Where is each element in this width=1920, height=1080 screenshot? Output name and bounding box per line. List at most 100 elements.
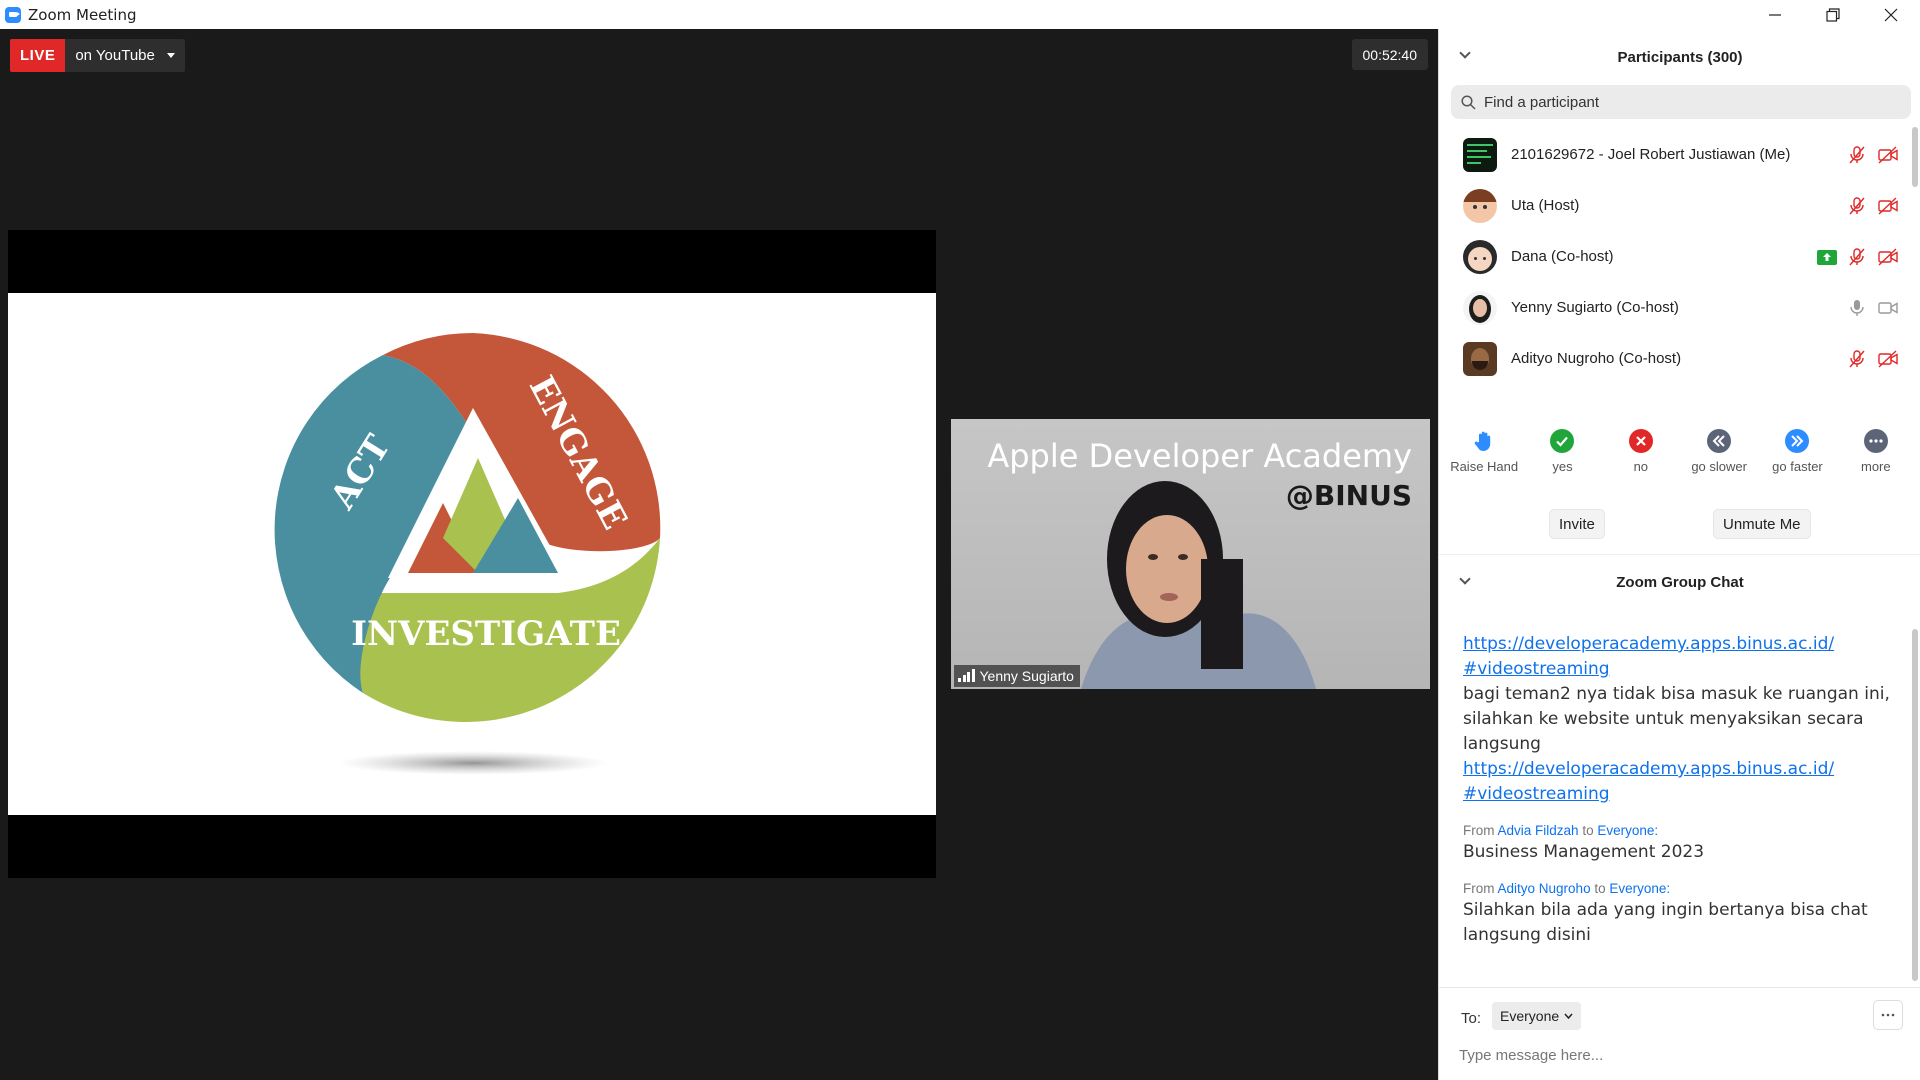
chevron-down-icon (1564, 1013, 1573, 1019)
participant-name: Uta (Host) (1511, 197, 1580, 214)
yes-button[interactable]: yes (1525, 429, 1600, 489)
speaker-video-tile[interactable]: Apple Developer Academy @BINUS Yenny Sug… (951, 419, 1430, 689)
raise-hand-icon (1474, 431, 1491, 451)
check-icon (1550, 429, 1575, 453)
participant-name: 2101629672 - Joel Robert Justiawan (Me) (1511, 146, 1791, 163)
chat-link[interactable]: https://developeracademy.apps.binus.ac.i… (1463, 632, 1893, 657)
reaction-bar: Raise Hand yes no go slower go faster mo… (1439, 429, 1920, 489)
video-icon[interactable] (1877, 298, 1899, 318)
reaction-label: no (1633, 459, 1649, 474)
x-icon (1628, 429, 1653, 453)
live-stream-indicator[interactable]: LIVE on YouTube (10, 39, 185, 72)
title-bar: Zoom Meeting (0, 0, 1920, 29)
participant-row[interactable]: Dana (Co-host) (1439, 231, 1909, 282)
participant-name: Yenny Sugiarto (Co-host) (1511, 299, 1679, 316)
raise-hand-button[interactable]: Raise Hand (1447, 429, 1522, 489)
reaction-label: Raise Hand (1450, 459, 1519, 474)
participants-title: Participants (300) (1617, 48, 1743, 66)
chat-message-input[interactable] (1459, 1040, 1899, 1070)
go-slower-button[interactable]: go slower (1682, 429, 1757, 489)
caret-down-icon (166, 53, 175, 58)
participant-row[interactable]: 2101629672 - Joel Robert Justiawan (Me) (1439, 129, 1909, 180)
reaction-label: go faster (1772, 459, 1823, 474)
no-button[interactable]: no (1603, 429, 1678, 489)
chat-recipient[interactable]: Everyone: (1597, 823, 1658, 838)
more-reactions-button[interactable]: more (1838, 429, 1913, 489)
video-off-icon[interactable] (1877, 196, 1899, 216)
reaction-label: yes (1552, 459, 1573, 474)
video-off-icon[interactable] (1877, 349, 1899, 369)
recipient-value: Everyone (1500, 1008, 1560, 1024)
invite-button[interactable]: Invite (1549, 509, 1605, 539)
tile-brand-line2: @BINUS (1285, 479, 1412, 512)
chat-compose: To: Everyone (1439, 987, 1920, 1080)
tile-brand-line1: Apple Developer Academy (987, 437, 1412, 475)
zoom-logo-icon (5, 6, 21, 23)
collapse-participants-icon[interactable] (1459, 47, 1471, 59)
mic-muted-icon[interactable] (1847, 349, 1867, 369)
avatar (1463, 341, 1497, 376)
mic-muted-icon[interactable] (1847, 145, 1867, 165)
chat-message-text: Business Management 2023 (1463, 842, 1705, 862)
meeting-timer: 00:52:40 (1351, 39, 1428, 70)
chat-link[interactable]: https://developeracademy.apps.binus.ac.i… (1463, 757, 1893, 782)
ellipsis-icon (1881, 1013, 1895, 1017)
diagram-shadow (338, 751, 608, 775)
collapse-chat-icon[interactable] (1459, 573, 1471, 585)
live-badge: LIVE (10, 39, 66, 72)
side-panel: Participants (300) 2101629672 - Joel Rob… (1438, 29, 1920, 1080)
mic-muted-icon[interactable] (1847, 247, 1867, 267)
participant-row[interactable]: Adityo Nugroho (Co-host) (1439, 333, 1909, 384)
window-controls (1746, 0, 1920, 29)
chat-link[interactable]: #videostreaming (1463, 782, 1893, 807)
chat-header: Zoom Group Chat (1439, 554, 1920, 610)
chat-more-button[interactable] (1873, 1000, 1903, 1030)
slide-word-investigate: INVESTIGATE (351, 614, 621, 654)
chat-message-meta: From Adityo Nugroho to Everyone: (1463, 881, 1671, 896)
chat-messages: https://developeracademy.apps.binus.ac.i… (1439, 610, 1909, 987)
avatar (1463, 188, 1497, 223)
participant-list-scrollbar[interactable] (1912, 127, 1918, 397)
minimize-button[interactable] (1746, 0, 1804, 29)
participant-name: Dana (Co-host) (1511, 248, 1614, 265)
mic-icon[interactable] (1847, 298, 1867, 318)
recipient-select[interactable]: Everyone (1492, 1002, 1582, 1030)
rewind-icon (1707, 429, 1732, 453)
more-icon (1863, 429, 1888, 453)
slide-content: ACT ENGAGE INVESTIGATE (8, 293, 936, 815)
act-engage-investigate-diagram: ACT ENGAGE INVESTIGATE (274, 333, 661, 775)
fast-forward-icon (1785, 429, 1810, 453)
shared-screen: ACT ENGAGE INVESTIGATE (8, 230, 936, 878)
to-label: To: (1461, 1010, 1482, 1027)
chat-message-text: Silahkan bila ada yang ingin bertanya bi… (1463, 900, 1868, 945)
participant-list: 2101629672 - Joel Robert Justiawan (Me) … (1439, 129, 1909, 391)
chat-title: Zoom Group Chat (1616, 574, 1744, 591)
speaker-name: Yenny Sugiarto (979, 668, 1074, 684)
go-faster-button[interactable]: go faster (1760, 429, 1835, 489)
avatar (1463, 137, 1497, 172)
video-off-icon[interactable] (1877, 145, 1899, 165)
search-icon (1461, 94, 1476, 110)
chat-recipient[interactable]: Everyone: (1609, 881, 1670, 896)
window-title: Zoom Meeting (28, 5, 137, 24)
participant-search[interactable] (1451, 85, 1911, 119)
meeting-video-area: LIVE on YouTube 00:52:40 ACT ENGAGE INVE… (0, 29, 1438, 1080)
live-platform-label: on YouTube (75, 47, 155, 64)
live-platform-dropdown[interactable]: on YouTube (65, 39, 185, 72)
restore-button[interactable] (1804, 0, 1862, 29)
close-button[interactable] (1862, 0, 1920, 29)
chat-sender[interactable]: Advia Fildzah (1498, 823, 1579, 838)
video-off-icon[interactable] (1877, 247, 1899, 267)
participant-search-input[interactable] (1484, 93, 1884, 111)
mic-muted-icon[interactable] (1847, 196, 1867, 216)
chat-scrollbar[interactable] (1912, 629, 1918, 981)
unmute-me-button[interactable]: Unmute Me (1713, 509, 1811, 539)
screen-share-icon (1817, 249, 1837, 265)
chat-link[interactable]: #videostreaming (1463, 657, 1893, 682)
participant-row[interactable]: Uta (Host) (1439, 180, 1909, 231)
participant-row[interactable]: Yenny Sugiarto (Co-host) (1439, 282, 1909, 333)
avatar (1463, 239, 1497, 274)
participants-header: Participants (300) (1439, 29, 1920, 85)
chat-sender[interactable]: Adityo Nugroho (1498, 881, 1591, 896)
avatar (1463, 290, 1497, 325)
